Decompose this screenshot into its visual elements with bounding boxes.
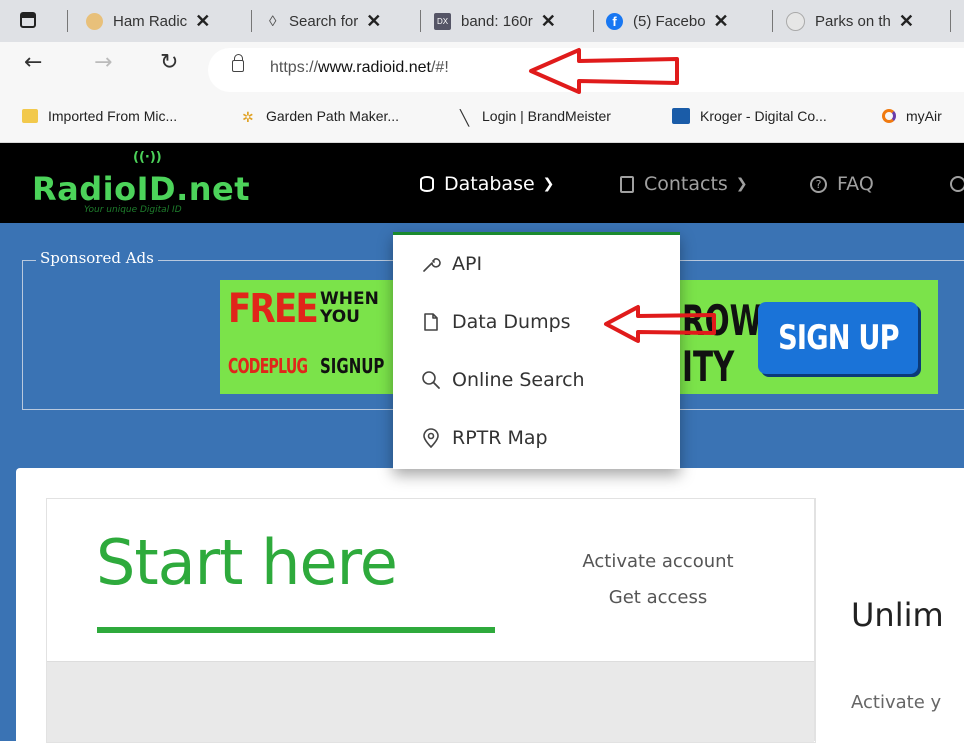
bookmark-label: Garden Path Maker... [266, 108, 400, 124]
folder-icon [22, 109, 38, 123]
ad-when-you-text: WHEN YOU [320, 289, 379, 327]
tab-favicon-icon [86, 12, 103, 30]
forward-arrow-icon[interactable]: → [94, 50, 112, 75]
tab-separator [420, 10, 421, 32]
bookmark-brandmeister[interactable]: ╲ Login | BrandMeister [460, 108, 611, 127]
nav-label: FAQ [837, 173, 874, 195]
chevron-down-icon: ❯ [542, 176, 555, 192]
file-icon [420, 311, 442, 333]
wrench-icon [420, 253, 442, 275]
bookmark-myair[interactable]: myAir [882, 108, 942, 124]
ad-sign-up-button[interactable]: SIGN UP [758, 302, 918, 374]
tab-separator [950, 10, 951, 32]
dropdown-item-data-dumps[interactable]: Data Dumps [420, 311, 571, 333]
tab-separator [251, 10, 252, 32]
get-access-text: Get access [608, 587, 708, 608]
sidebar-toggle-icon[interactable] [20, 12, 36, 28]
annotation-arrow-url [529, 48, 679, 94]
nav-faq[interactable]: ? FAQ [810, 173, 874, 195]
start-here-panel-footer [47, 661, 814, 742]
brandmeister-icon: ╲ [460, 110, 470, 127]
nav-label: Database [444, 173, 535, 195]
nav-contacts[interactable]: Contacts ❯ [620, 173, 748, 195]
url-text[interactable]: https://www.radioid.net/#! [270, 59, 449, 77]
bookmark-label: Kroger - Digital Co... [700, 108, 827, 124]
search-icon [420, 369, 442, 391]
activate-description: Activate y [851, 692, 942, 713]
bookmark-label: Login | BrandMeister [482, 108, 611, 124]
user-icon[interactable] [950, 176, 964, 192]
activate-account-text: Activate account [582, 551, 734, 572]
lock-icon[interactable] [232, 54, 244, 72]
browser-tab[interactable]: Ham Radic ✕ [86, 0, 244, 42]
dropdown-label: API [452, 253, 483, 275]
browser-tab[interactable]: DX band: 160r ✕ [434, 0, 586, 42]
start-here-underline [97, 627, 495, 633]
annotation-arrow-data-dumps [604, 305, 716, 343]
bookmark-label: Imported From Mic... [48, 108, 178, 124]
bookmark-label: myAir [906, 108, 942, 124]
close-tab-icon[interactable]: ✕ [366, 11, 381, 32]
garden-icon: ✲ [242, 109, 254, 125]
dropdown-label: RPTR Map [452, 427, 548, 449]
back-arrow-icon[interactable]: ← [24, 50, 42, 75]
tab-title: (5) Facebo [633, 12, 706, 30]
facebook-favicon-icon: f [606, 12, 623, 30]
close-tab-icon[interactable]: ✕ [899, 11, 914, 32]
browser-tab[interactable]: ◊ Search for ✕ [265, 0, 415, 42]
ad-ity-text: ITY [682, 342, 735, 391]
parks-favicon-icon [786, 11, 805, 31]
diamond-favicon-icon: ◊ [269, 12, 277, 30]
nav-label: Contacts [644, 173, 728, 195]
close-tab-icon[interactable]: ✕ [541, 11, 556, 32]
bookmark-kroger[interactable]: Kroger - Digital Co... [672, 108, 827, 124]
map-pin-icon [420, 427, 442, 449]
tab-title: Search for [289, 12, 359, 30]
bookmark-imported[interactable]: Imported From Mic... [22, 108, 177, 124]
ad-free-text: FREE [228, 286, 319, 332]
dropdown-item-rptr-map[interactable]: RPTR Map [420, 427, 548, 449]
dropdown-item-api[interactable]: API [420, 253, 482, 275]
ad-signup-word: SIGNUP [320, 354, 385, 378]
radio-waves-icon: ((·)) [133, 150, 162, 165]
bookmark-garden-path[interactable]: ✲ Garden Path Maker... [242, 108, 400, 125]
tab-title: band: 160r [461, 12, 533, 30]
browser-tab[interactable]: Parks on th ✕ [786, 0, 946, 42]
sponsored-ads-label: Sponsored Ads [36, 249, 158, 267]
dx-favicon-icon: DX [434, 12, 451, 30]
logo-text: RadioID.net [32, 170, 250, 208]
close-tab-icon[interactable]: ✕ [195, 11, 210, 32]
question-circle-icon: ? [810, 175, 827, 193]
kroger-icon [672, 108, 690, 124]
card-divider [814, 498, 815, 741]
tab-title: Parks on th [815, 12, 891, 30]
tab-separator [593, 10, 594, 32]
browser-tab[interactable]: f (5) Facebo ✕ [606, 0, 766, 42]
unlimited-heading: Unlim [851, 596, 944, 634]
tab-separator [67, 10, 68, 32]
logo-tagline: Your unique Digital ID [84, 205, 182, 215]
dropdown-label: Data Dumps [452, 311, 571, 333]
database-icon [420, 176, 434, 192]
reload-icon[interactable]: ↻ [160, 50, 178, 75]
ad-sign-up-label: SIGN UP [777, 318, 899, 358]
ad-codeplug-text: CODEPLUG [228, 354, 308, 378]
dropdown-label: Online Search [452, 369, 585, 391]
nav-database[interactable]: Database ❯ [420, 173, 554, 195]
tab-separator [772, 10, 773, 32]
contacts-icon [620, 175, 634, 193]
start-here-heading[interactable]: Start here [96, 526, 398, 599]
myair-icon [882, 109, 896, 123]
dropdown-item-online-search[interactable]: Online Search [420, 369, 585, 391]
close-tab-icon[interactable]: ✕ [714, 11, 729, 32]
tab-title: Ham Radic [113, 12, 188, 30]
chevron-down-icon: ❯ [735, 176, 748, 192]
